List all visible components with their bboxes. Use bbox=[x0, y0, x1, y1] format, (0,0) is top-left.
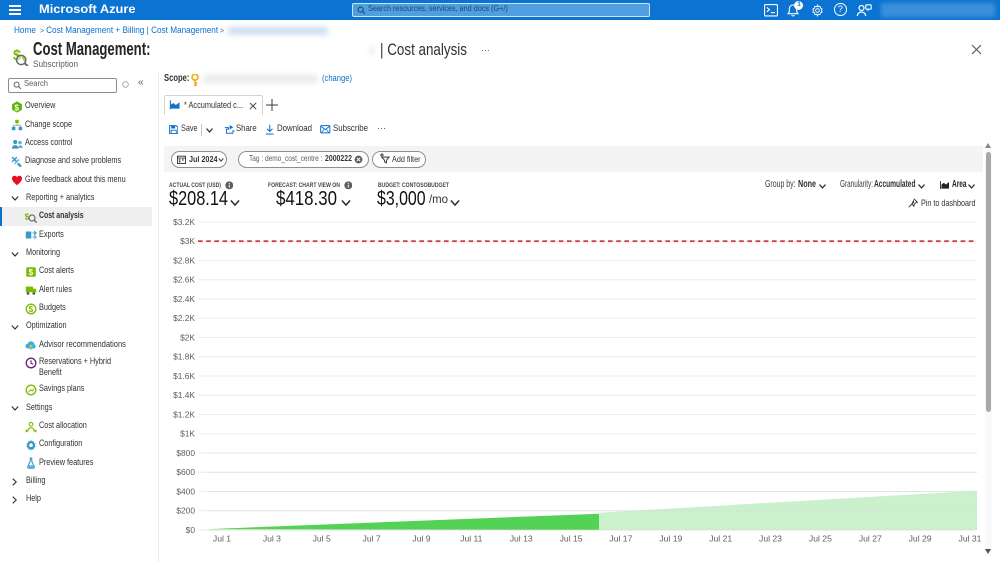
svg-text:$: $ bbox=[29, 268, 34, 277]
svg-text:$200: $200 bbox=[176, 506, 195, 516]
svg-text:Jul 13: Jul 13 bbox=[510, 533, 533, 543]
svg-text:$2K: $2K bbox=[180, 332, 195, 342]
svg-text:$3.2K: $3.2K bbox=[173, 217, 195, 227]
svg-text:$1.6K: $1.6K bbox=[173, 371, 195, 381]
svg-text:Jul 3: Jul 3 bbox=[263, 533, 281, 543]
svg-text:$3K: $3K bbox=[180, 236, 195, 246]
svg-text:$2.2K: $2.2K bbox=[173, 313, 195, 323]
svg-text:$0: $0 bbox=[186, 525, 196, 535]
svg-text:Jul 19: Jul 19 bbox=[659, 533, 682, 543]
svg-text:Jul 23: Jul 23 bbox=[759, 533, 782, 543]
svg-text:Jul 31: Jul 31 bbox=[959, 533, 982, 543]
svg-text:$1.4K: $1.4K bbox=[173, 390, 195, 400]
svg-text:Jul 11: Jul 11 bbox=[460, 533, 483, 543]
svg-text:$600: $600 bbox=[176, 467, 195, 477]
svg-text:Jul 7: Jul 7 bbox=[363, 533, 381, 543]
svg-text:$: $ bbox=[29, 305, 34, 314]
svg-text:Jul 9: Jul 9 bbox=[412, 533, 430, 543]
svg-text:$2.8K: $2.8K bbox=[173, 255, 195, 265]
svg-text:$1.2K: $1.2K bbox=[173, 409, 195, 419]
svg-text:$1K: $1K bbox=[180, 429, 195, 439]
svg-text:Jul 25: Jul 25 bbox=[809, 533, 832, 543]
svg-text:$1.8K: $1.8K bbox=[173, 352, 195, 362]
svg-text:Jul 15: Jul 15 bbox=[560, 533, 583, 543]
svg-text:Jul 17: Jul 17 bbox=[609, 533, 632, 543]
svg-text:$400: $400 bbox=[176, 486, 195, 496]
svg-text:Jul 5: Jul 5 bbox=[313, 533, 331, 543]
svg-text:$2.6K: $2.6K bbox=[173, 275, 195, 285]
svg-text:Jul 21: Jul 21 bbox=[709, 533, 732, 543]
svg-text:Jul 1: Jul 1 bbox=[213, 533, 231, 543]
svg-text:Jul 29: Jul 29 bbox=[909, 533, 932, 543]
svg-text:$: $ bbox=[14, 103, 19, 112]
svg-text:$2.4K: $2.4K bbox=[173, 294, 195, 304]
svg-text:$800: $800 bbox=[176, 448, 195, 458]
svg-text:Jul 27: Jul 27 bbox=[859, 533, 882, 543]
